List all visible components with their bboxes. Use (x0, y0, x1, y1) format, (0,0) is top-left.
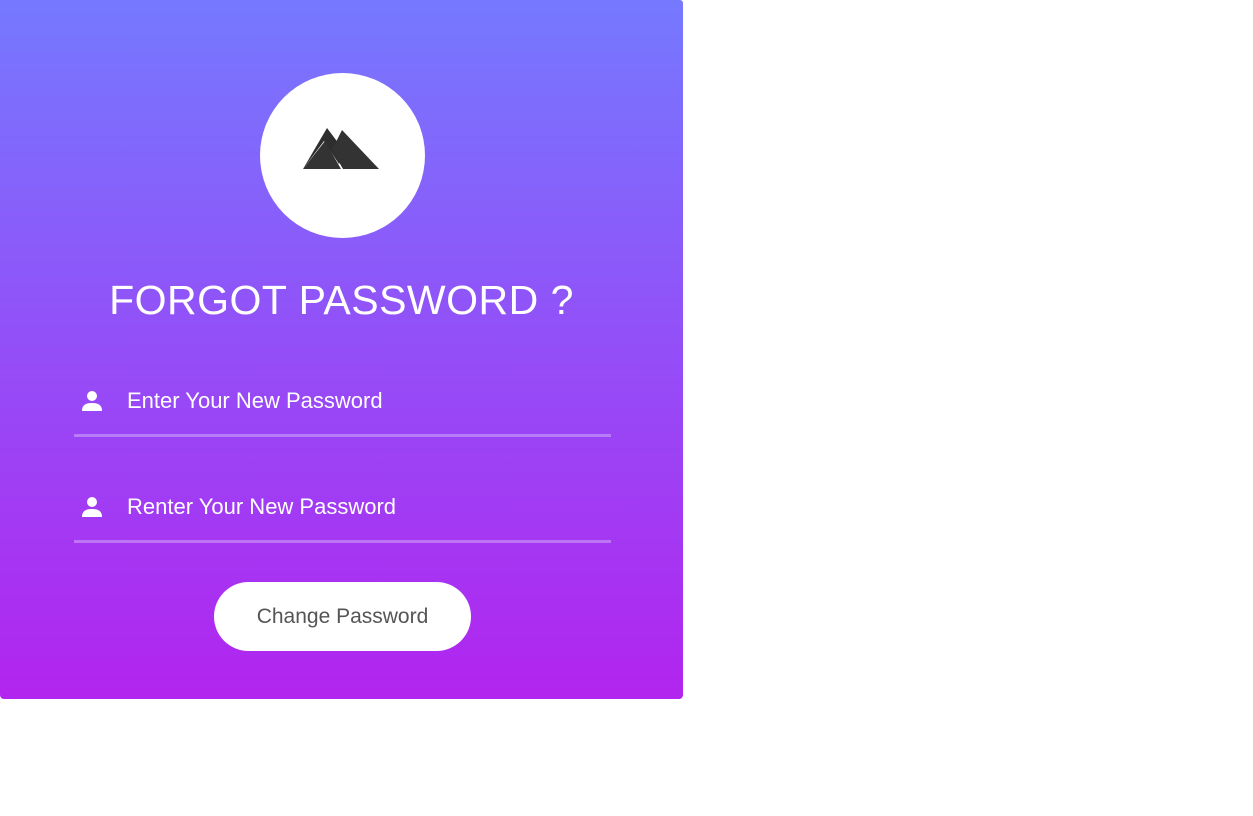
user-icon (82, 391, 102, 411)
confirm-password-field (74, 482, 611, 543)
page-title: FORGOT PASSWORD ? (109, 277, 574, 323)
user-icon (82, 497, 102, 517)
forgot-password-card: FORGOT PASSWORD ? Change Password (0, 0, 683, 699)
mountain-icon (303, 128, 379, 169)
logo-badge (260, 73, 425, 238)
new-password-field (74, 376, 611, 437)
change-password-button[interactable]: Change Password (214, 582, 471, 651)
confirm-password-input[interactable] (127, 487, 597, 527)
new-password-input[interactable] (127, 381, 597, 421)
